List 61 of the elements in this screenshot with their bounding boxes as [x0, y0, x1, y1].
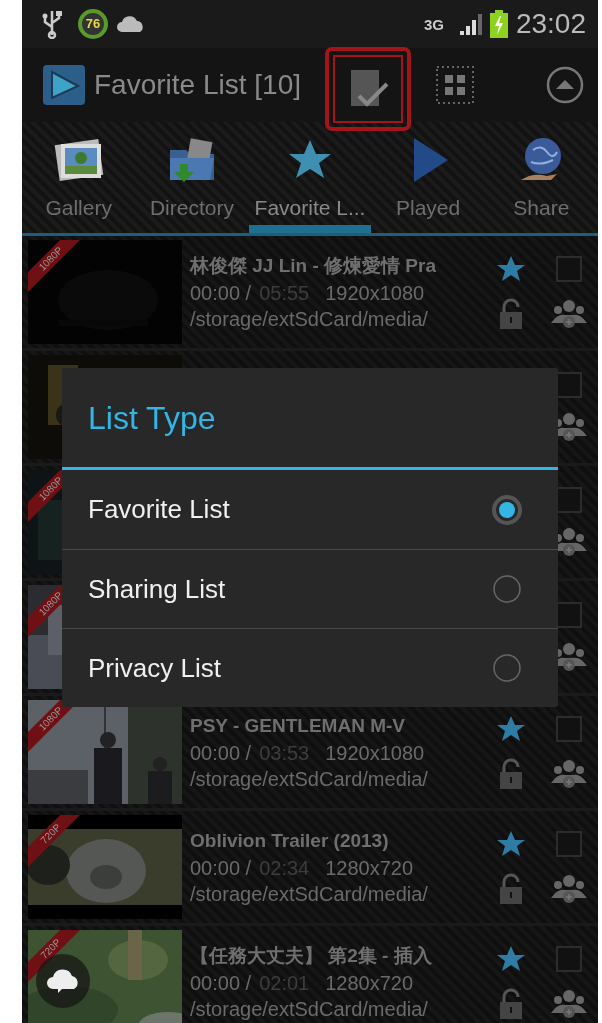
option-label: Favorite List — [88, 493, 230, 526]
time-text: 00:00 / — [190, 856, 252, 882]
video-title: 【任務大丈夫】 第2集 - 插入 — [190, 943, 433, 968]
tab[interactable]: Directory — [135, 122, 249, 233]
time-text: 00:00 / — [190, 281, 252, 307]
collapse-icon[interactable] — [546, 66, 584, 104]
file-path: /storage/extSdCard/media/ — [190, 882, 429, 908]
cloud-icon — [116, 14, 146, 34]
padlock-icon[interactable] — [498, 758, 524, 790]
resolution-text: 1920x1080 — [325, 281, 425, 307]
video-title: PSY - GENTLEMAN M-V — [190, 713, 406, 738]
people-icon[interactable] — [551, 299, 587, 329]
time-text: 00:00 / — [190, 971, 252, 997]
checkbox[interactable] — [556, 372, 582, 398]
app-logo-icon — [42, 64, 86, 106]
checkbox[interactable] — [556, 256, 582, 282]
tab[interactable]: Played — [371, 122, 485, 233]
battery-icon — [489, 10, 508, 38]
tab[interactable]: Gallery — [22, 122, 136, 233]
people-icon[interactable] — [551, 874, 587, 904]
radio-button[interactable] — [492, 494, 522, 525]
network-label: 3G — [423, 16, 444, 32]
people-icon[interactable] — [551, 989, 587, 1019]
padlock-icon[interactable] — [498, 988, 524, 1020]
clock-text: 23:02 — [515, 7, 586, 41]
star-icon[interactable] — [496, 714, 526, 744]
video-title: Oblivion Trailer (2013) — [190, 828, 390, 853]
battery-badge: 76 — [78, 9, 108, 39]
checkbox[interactable] — [556, 946, 582, 972]
file-path: /storage/extSdCard/media/ — [190, 307, 429, 333]
dialog-title: List Type — [88, 398, 216, 438]
checkbox[interactable] — [556, 602, 582, 628]
checkbox[interactable] — [556, 831, 582, 857]
checkbox[interactable] — [556, 487, 582, 513]
grid-view-icon[interactable] — [435, 65, 475, 105]
usb-icon — [42, 9, 62, 39]
checkbox[interactable] — [556, 716, 582, 742]
cloud-icon — [45, 967, 81, 995]
padlock-icon[interactable] — [498, 298, 524, 330]
file-path: /storage/extSdCard/media/ — [190, 997, 429, 1023]
radio-button[interactable] — [492, 574, 522, 604]
video-title: 林俊傑 JJ Lin - 修煉愛情 Pra — [190, 253, 437, 278]
resolution-text: 1920x1080 — [325, 741, 425, 767]
time-text: 00:00 / — [190, 741, 252, 767]
star-icon[interactable] — [496, 829, 526, 859]
tab[interactable]: Share — [484, 122, 598, 233]
option-label: Sharing List — [88, 572, 226, 606]
star-icon[interactable] — [496, 944, 526, 974]
list-option[interactable]: Sharing List — [62, 549, 558, 628]
resolution-text: 1280x720 — [325, 971, 414, 997]
padlock-icon[interactable] — [498, 873, 524, 905]
star-icon[interactable] — [496, 254, 526, 284]
file-path: /storage/extSdCard/media/ — [190, 767, 429, 793]
radio-button[interactable] — [492, 653, 522, 683]
option-label: Privacy List — [88, 651, 221, 685]
people-icon[interactable] — [551, 759, 587, 789]
select-button[interactable] — [325, 47, 411, 131]
list-option[interactable]: Favorite List — [62, 470, 558, 549]
resolution-text: 1280x720 — [325, 856, 414, 882]
list-option[interactable]: Privacy List — [62, 628, 558, 707]
screen-title: Favorite List [10] — [94, 68, 301, 102]
